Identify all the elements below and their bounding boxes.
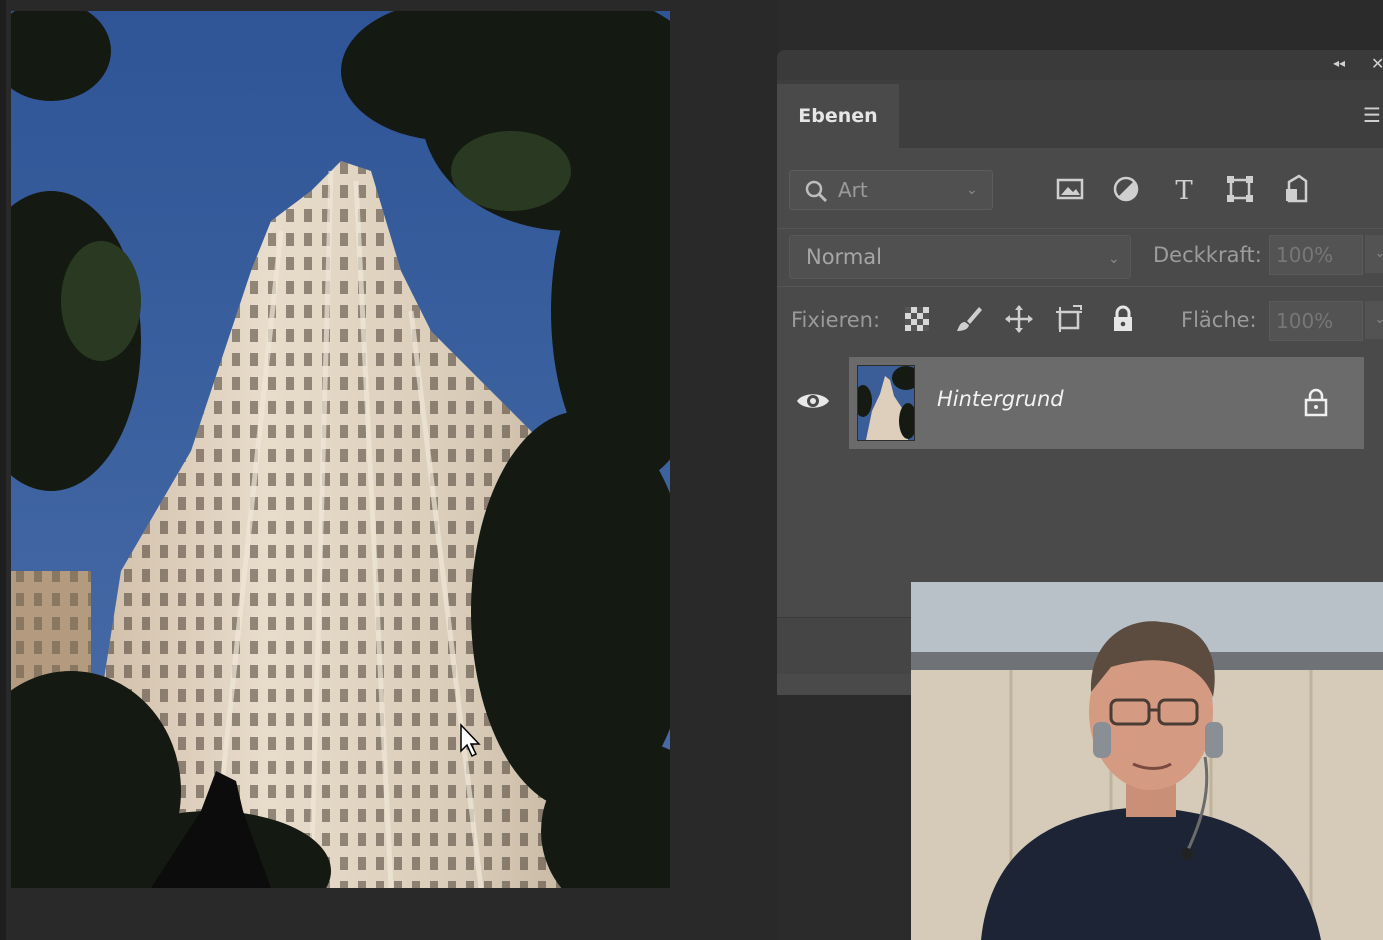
blend-row: Normal ⌄ Deckkraft: 100% ⌄ bbox=[777, 228, 1383, 285]
lock-label: Fixieren: bbox=[791, 308, 881, 332]
close-icon[interactable]: ✕ bbox=[1371, 54, 1383, 73]
layer-lock-icon[interactable] bbox=[1303, 387, 1329, 417]
layer-thumbnail bbox=[857, 365, 915, 441]
smart-object-filter-icon[interactable] bbox=[1279, 172, 1313, 206]
artboard-lock-icon[interactable] bbox=[1053, 303, 1085, 335]
chevron-down-icon[interactable]: ⌄ bbox=[1365, 235, 1383, 273]
brush-icon[interactable] bbox=[953, 303, 985, 335]
tab-ebenen[interactable]: Ebenen bbox=[777, 84, 899, 148]
hamburger-menu-icon[interactable]: ☰ bbox=[1363, 103, 1381, 127]
presenter-video bbox=[911, 582, 1383, 940]
fill-input[interactable]: 100% bbox=[1269, 301, 1363, 341]
lock-transparency-icon[interactable] bbox=[901, 303, 933, 335]
blend-mode-value: Normal bbox=[806, 245, 882, 269]
chevron-down-icon[interactable]: ⌄ bbox=[1365, 301, 1383, 339]
mouse-pointer-icon bbox=[460, 723, 481, 758]
panel-tab-bar: Ebenen ☰ bbox=[777, 80, 1383, 148]
blend-mode-select[interactable]: Normal ⌄ bbox=[789, 235, 1131, 279]
shape-filter-icon[interactable] bbox=[1223, 172, 1257, 206]
eye-icon[interactable] bbox=[795, 389, 831, 413]
layer-row[interactable]: Hintergrund bbox=[777, 355, 1367, 449]
chevron-down-icon: ⌄ bbox=[966, 182, 978, 198]
text-filter-icon[interactable]: T bbox=[1167, 172, 1201, 206]
filter-type-select[interactable]: Art ⌄ bbox=[789, 170, 993, 210]
lock-row: Fixieren: Fläche: 100% ⌄ bbox=[777, 286, 1383, 355]
svg-text:T: T bbox=[1175, 176, 1193, 206]
opacity-input[interactable]: 100% bbox=[1269, 235, 1363, 275]
layer-filter-row: Art ⌄ T bbox=[777, 148, 1383, 228]
move-icon[interactable] bbox=[1003, 303, 1035, 335]
adjustment-filter-icon[interactable] bbox=[1109, 172, 1143, 206]
webcam-overlay bbox=[911, 582, 1383, 940]
image-filter-icon[interactable] bbox=[1053, 172, 1087, 206]
chevron-down-icon: ⌄ bbox=[1108, 251, 1120, 267]
double-chevron-left-icon[interactable]: ◂◂ bbox=[1333, 56, 1345, 70]
skyscraper-photo bbox=[11, 11, 670, 888]
lock-icon[interactable] bbox=[1107, 303, 1139, 335]
filter-type-value: Art bbox=[838, 178, 868, 202]
document-image[interactable] bbox=[11, 11, 670, 888]
layer-selection-highlight bbox=[849, 357, 1364, 449]
search-icon bbox=[805, 180, 828, 203]
layer-name[interactable]: Hintergrund bbox=[937, 387, 1064, 411]
panel-title-bar[interactable]: ◂◂ ✕ bbox=[777, 50, 1383, 80]
opacity-label: Deckkraft: bbox=[1153, 243, 1262, 267]
fill-label: Fläche: bbox=[1181, 308, 1257, 332]
photoshop-window: ◂◂ ✕ Ebenen ☰ Art ⌄ T Normal ⌄ Deckkraft… bbox=[0, 0, 1383, 940]
